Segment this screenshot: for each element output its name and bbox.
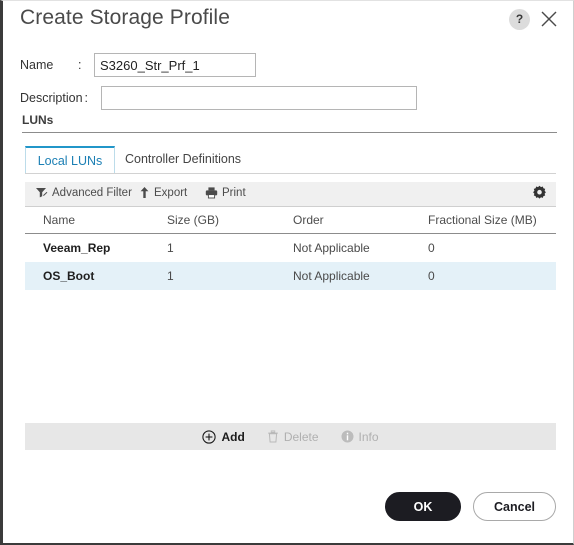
description-field-row: Description : (20, 86, 417, 110)
cell-fractional-size: 0 (428, 269, 435, 283)
advanced-filter-button[interactable]: Advanced Filter (35, 186, 132, 199)
cell-name: Veeam_Rep (43, 241, 111, 255)
add-label: Add (221, 429, 245, 444)
tab-controller-definitions[interactable]: Controller Definitions (125, 146, 275, 174)
cell-fractional-size: 0 (428, 241, 435, 255)
section-divider (22, 132, 557, 133)
advanced-filter-label: Advanced Filter (52, 186, 132, 199)
cell-order: Not Applicable (293, 269, 370, 283)
dialog-footer: OK Cancel (385, 492, 556, 521)
luns-tab-bar: Local LUNs Controller Definitions (25, 146, 556, 174)
filter-icon (35, 186, 48, 199)
column-header-fractional-size[interactable]: Fractional Size (MB) (428, 213, 537, 227)
name-label: Name (20, 58, 54, 72)
add-button[interactable]: Add (202, 429, 245, 444)
upload-arrow-icon (139, 186, 150, 199)
tab-underline (25, 173, 556, 174)
table-toolbar: Advanced Filter Export Print (25, 182, 556, 207)
export-label: Export (154, 186, 188, 199)
info-label: Info (358, 429, 379, 444)
trash-icon (267, 430, 279, 443)
cell-size: 1 (167, 241, 174, 255)
dialog-title: Create Storage Profile (20, 6, 230, 29)
delete-label: Delete (283, 429, 319, 444)
table-row[interactable]: OS_Boot 1 Not Applicable 0 (25, 262, 556, 290)
luns-table: Name Size (GB) Order Fractional Size (MB… (25, 207, 556, 290)
tab-local-luns[interactable]: Local LUNs (25, 146, 115, 174)
cell-order: Not Applicable (293, 241, 370, 255)
plus-circle-icon (202, 429, 217, 444)
help-icon[interactable]: ? (509, 9, 530, 30)
print-label: Print (222, 186, 246, 199)
name-field-row: Name : (20, 53, 256, 77)
delete-button: Delete (267, 430, 319, 444)
print-button[interactable]: Print (205, 186, 246, 199)
cell-name: OS_Boot (43, 269, 95, 283)
dialog-titlebar: Create Storage Profile ? (3, 1, 573, 45)
description-colon: : (84, 91, 89, 105)
table-header-row: Name Size (GB) Order Fractional Size (MB… (25, 207, 556, 234)
column-header-size[interactable]: Size (GB) (167, 213, 219, 227)
info-circle-icon (341, 430, 354, 443)
close-icon[interactable] (537, 7, 561, 31)
printer-icon (205, 186, 218, 199)
cell-size: 1 (167, 269, 174, 283)
column-header-order[interactable]: Order (293, 213, 324, 227)
info-button: Info (341, 430, 379, 444)
create-storage-profile-dialog: Create Storage Profile ? Name : Descript… (0, 0, 574, 545)
table-action-bar: Add Delete Info (25, 423, 556, 450)
name-colon: : (78, 58, 82, 72)
luns-section-title: LUNs (22, 113, 54, 127)
description-label: Description (20, 91, 83, 105)
column-header-name[interactable]: Name (43, 213, 75, 227)
ok-button[interactable]: OK (385, 492, 461, 521)
gear-icon[interactable] (531, 185, 548, 202)
table-row[interactable]: Veeam_Rep 1 Not Applicable 0 (25, 234, 556, 262)
name-input[interactable] (94, 53, 256, 77)
description-input[interactable] (100, 86, 417, 110)
cancel-button[interactable]: Cancel (473, 492, 556, 521)
export-button[interactable]: Export (139, 186, 187, 199)
